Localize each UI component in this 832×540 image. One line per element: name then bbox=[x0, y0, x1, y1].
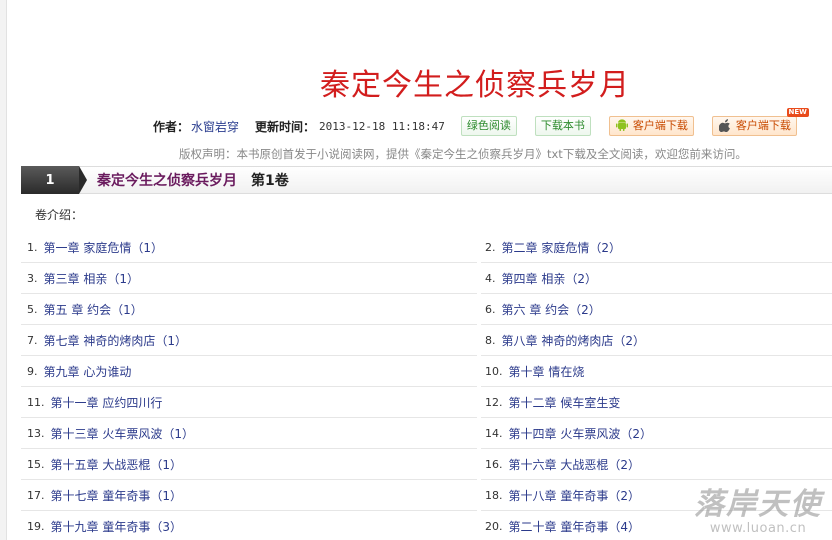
apple-icon bbox=[718, 119, 732, 133]
chapter-index: 11. bbox=[27, 395, 45, 409]
chapter-index: 20. bbox=[485, 519, 503, 533]
update-time-label: 更新时间： bbox=[255, 119, 316, 134]
chapter-link[interactable]: 13. 第十三章 火车票风波（1） bbox=[21, 418, 477, 449]
chapter-row: 15. 第十五章 大战恶棍（1） 16. 第十六章 大战恶棍（2） bbox=[21, 449, 832, 480]
chapter-title: 第十一章 应约四川行 bbox=[50, 395, 163, 410]
chapter-title: 第十八章 童年奇事（2） bbox=[508, 488, 640, 503]
copyright-notice: 版权声明：本书原创首发于小说阅读网，提供《秦定今生之侦察兵岁月》txt下载及全文… bbox=[179, 147, 747, 161]
chapter-index: 9. bbox=[27, 364, 38, 378]
chapter-title: 第十四章 火车票风波（2） bbox=[508, 426, 652, 441]
chapter-link[interactable]: 14. 第十四章 火车票风波（2） bbox=[481, 418, 832, 449]
chapter-link[interactable]: 16. 第十六章 大战恶棍（2） bbox=[481, 449, 832, 480]
chapter-title: 第三章 相亲（1） bbox=[43, 271, 139, 286]
android-client-download-button[interactable]: 客户端下载 bbox=[608, 116, 694, 136]
android-client-label: 客户端下载 bbox=[632, 119, 688, 132]
chapter-index: 18. bbox=[485, 488, 503, 502]
chapter-link[interactable]: 12. 第十二章 候车室生变 bbox=[481, 387, 832, 418]
update-time: 2013-12-18 11:18:47 bbox=[319, 119, 445, 133]
volume-label: 第1卷 bbox=[251, 173, 289, 189]
watermark: 落岸天使 www.luoan.cn bbox=[694, 479, 822, 536]
chapter-link[interactable]: 17. 第十七章 童年奇事（1） bbox=[21, 480, 477, 511]
ios-client-wrap: 客户端下载 NEW bbox=[711, 108, 815, 136]
chapter-link[interactable]: 11. 第十一章 应约四川行 bbox=[21, 387, 477, 418]
chapter-index: 5. bbox=[27, 302, 38, 316]
chapter-title: 第一章 家庭危情（1） bbox=[43, 240, 163, 255]
chapter-link[interactable]: 15. 第十五章 大战恶棍（1） bbox=[21, 449, 477, 480]
author-label: 作者： bbox=[153, 119, 190, 134]
watermark-url: www.luoan.cn bbox=[709, 521, 807, 536]
author-link[interactable]: 水窗岩穿 bbox=[191, 118, 239, 135]
chapter-row: 3. 第三章 相亲（1） 4. 第四章 相亲（2） bbox=[21, 263, 832, 294]
chapter-title: 第六 章 约会（2） bbox=[501, 302, 601, 317]
chapter-link[interactable]: 3. 第三章 相亲（1） bbox=[21, 263, 477, 294]
chapter-title: 第十五章 大战恶棍（1） bbox=[50, 457, 182, 472]
ios-client-label: 客户端下载 bbox=[735, 119, 791, 132]
chapter-index: 4. bbox=[485, 271, 496, 285]
chapter-title: 第十九章 童年奇事（3） bbox=[50, 519, 182, 534]
book-meta: 作者： 水窗岩穿 更新时间： 2013-12-18 11:18:47 绿色阅读 … bbox=[153, 108, 815, 136]
chapter-row: 7. 第七章 神奇的烤肉店（1） 8. 第八章 神奇的烤肉店（2） bbox=[21, 325, 832, 356]
chapter-title: 第二章 家庭危情（2） bbox=[501, 240, 621, 255]
chapter-index: 14. bbox=[485, 426, 503, 440]
volume-header: 1 秦定今生之侦察兵岁月 第1卷 bbox=[21, 166, 832, 194]
chapter-index: 17. bbox=[27, 488, 45, 502]
chapter-title: 第十六章 大战恶棍（2） bbox=[508, 457, 640, 472]
volume-title: 秦定今生之侦察兵岁月 第1卷 bbox=[97, 170, 289, 190]
chapter-link[interactable]: 6. 第六 章 约会（2） bbox=[481, 294, 832, 325]
chapter-title: 第九章 心为谁动 bbox=[43, 364, 132, 379]
green-read-button[interactable]: 绿色阅读 bbox=[460, 116, 517, 136]
chapter-index: 13. bbox=[27, 426, 45, 440]
chapter-title: 第二十章 童年奇事（4） bbox=[508, 519, 640, 534]
chapter-row: 9. 第九章 心为谁动 10. 第十章 情在烧 bbox=[21, 356, 832, 387]
chapter-link[interactable]: 1. 第一章 家庭危情（1） bbox=[21, 232, 477, 263]
ios-client-download-button[interactable]: 客户端下载 bbox=[711, 116, 797, 136]
chapter-link[interactable]: 7. 第七章 神奇的烤肉店（1） bbox=[21, 325, 477, 356]
volume-number: 1 bbox=[21, 166, 87, 194]
chapter-index: 1. bbox=[27, 240, 38, 254]
chapter-index: 16. bbox=[485, 457, 503, 471]
chapter-link[interactable]: 4. 第四章 相亲（2） bbox=[481, 263, 832, 294]
chapter-index: 10. bbox=[485, 364, 503, 378]
chapter-row: 5. 第五 章 约会（1） 6. 第六 章 约会（2） bbox=[21, 294, 832, 325]
watermark-text: 落岸天使 bbox=[694, 487, 822, 522]
chapter-index: 12. bbox=[485, 395, 503, 409]
download-book-button[interactable]: 下载本书 bbox=[534, 116, 591, 136]
new-badge: NEW bbox=[786, 108, 809, 117]
android-icon bbox=[615, 119, 629, 133]
chapter-link[interactable]: 2. 第二章 家庭危情（2） bbox=[481, 232, 832, 263]
page: 秦定今生之侦察兵岁月 作者： 水窗岩穿 更新时间： 2013-12-18 11:… bbox=[6, 0, 832, 540]
download-book-label: 下载本书 bbox=[540, 119, 585, 132]
chapter-index: 19. bbox=[27, 519, 45, 533]
chapter-row: 1. 第一章 家庭危情（1） 2. 第二章 家庭危情（2） bbox=[21, 232, 832, 263]
chapter-index: 8. bbox=[485, 333, 496, 347]
chapter-title: 第十二章 候车室生变 bbox=[508, 395, 621, 410]
chapter-title: 第七章 神奇的烤肉店（1） bbox=[43, 333, 187, 348]
volume-intro-label: 卷介绍： bbox=[35, 208, 84, 222]
chapter-index: 6. bbox=[485, 302, 496, 316]
chapter-index: 15. bbox=[27, 457, 45, 471]
chapter-title: 第十七章 童年奇事（1） bbox=[50, 488, 182, 503]
chapter-index: 7. bbox=[27, 333, 38, 347]
chapter-title: 第四章 相亲（2） bbox=[501, 271, 597, 286]
chapter-row: 11. 第十一章 应约四川行 12. 第十二章 候车室生变 bbox=[21, 387, 832, 418]
chapter-link[interactable]: 19. 第十九章 童年奇事（3） bbox=[21, 511, 477, 540]
chapter-index: 2. bbox=[485, 240, 496, 254]
chapter-link[interactable]: 9. 第九章 心为谁动 bbox=[21, 356, 477, 387]
chapter-index: 3. bbox=[27, 271, 38, 285]
chapter-link[interactable]: 10. 第十章 情在烧 bbox=[481, 356, 832, 387]
chapter-title: 第十三章 火车票风波（1） bbox=[50, 426, 194, 441]
chapter-link[interactable]: 5. 第五 章 约会（1） bbox=[21, 294, 477, 325]
chapter-title: 第八章 神奇的烤肉店（2） bbox=[501, 333, 645, 348]
chapter-title: 第十章 情在烧 bbox=[508, 364, 585, 379]
chapter-link[interactable]: 8. 第八章 神奇的烤肉店（2） bbox=[481, 325, 832, 356]
volume-title-text: 秦定今生之侦察兵岁月 bbox=[97, 173, 237, 189]
green-read-label: 绿色阅读 bbox=[466, 119, 511, 132]
chapter-title: 第五 章 约会（1） bbox=[43, 302, 143, 317]
book-title: 秦定今生之侦察兵岁月 bbox=[320, 68, 630, 103]
chapter-row: 13. 第十三章 火车票风波（1） 14. 第十四章 火车票风波（2） bbox=[21, 418, 832, 449]
